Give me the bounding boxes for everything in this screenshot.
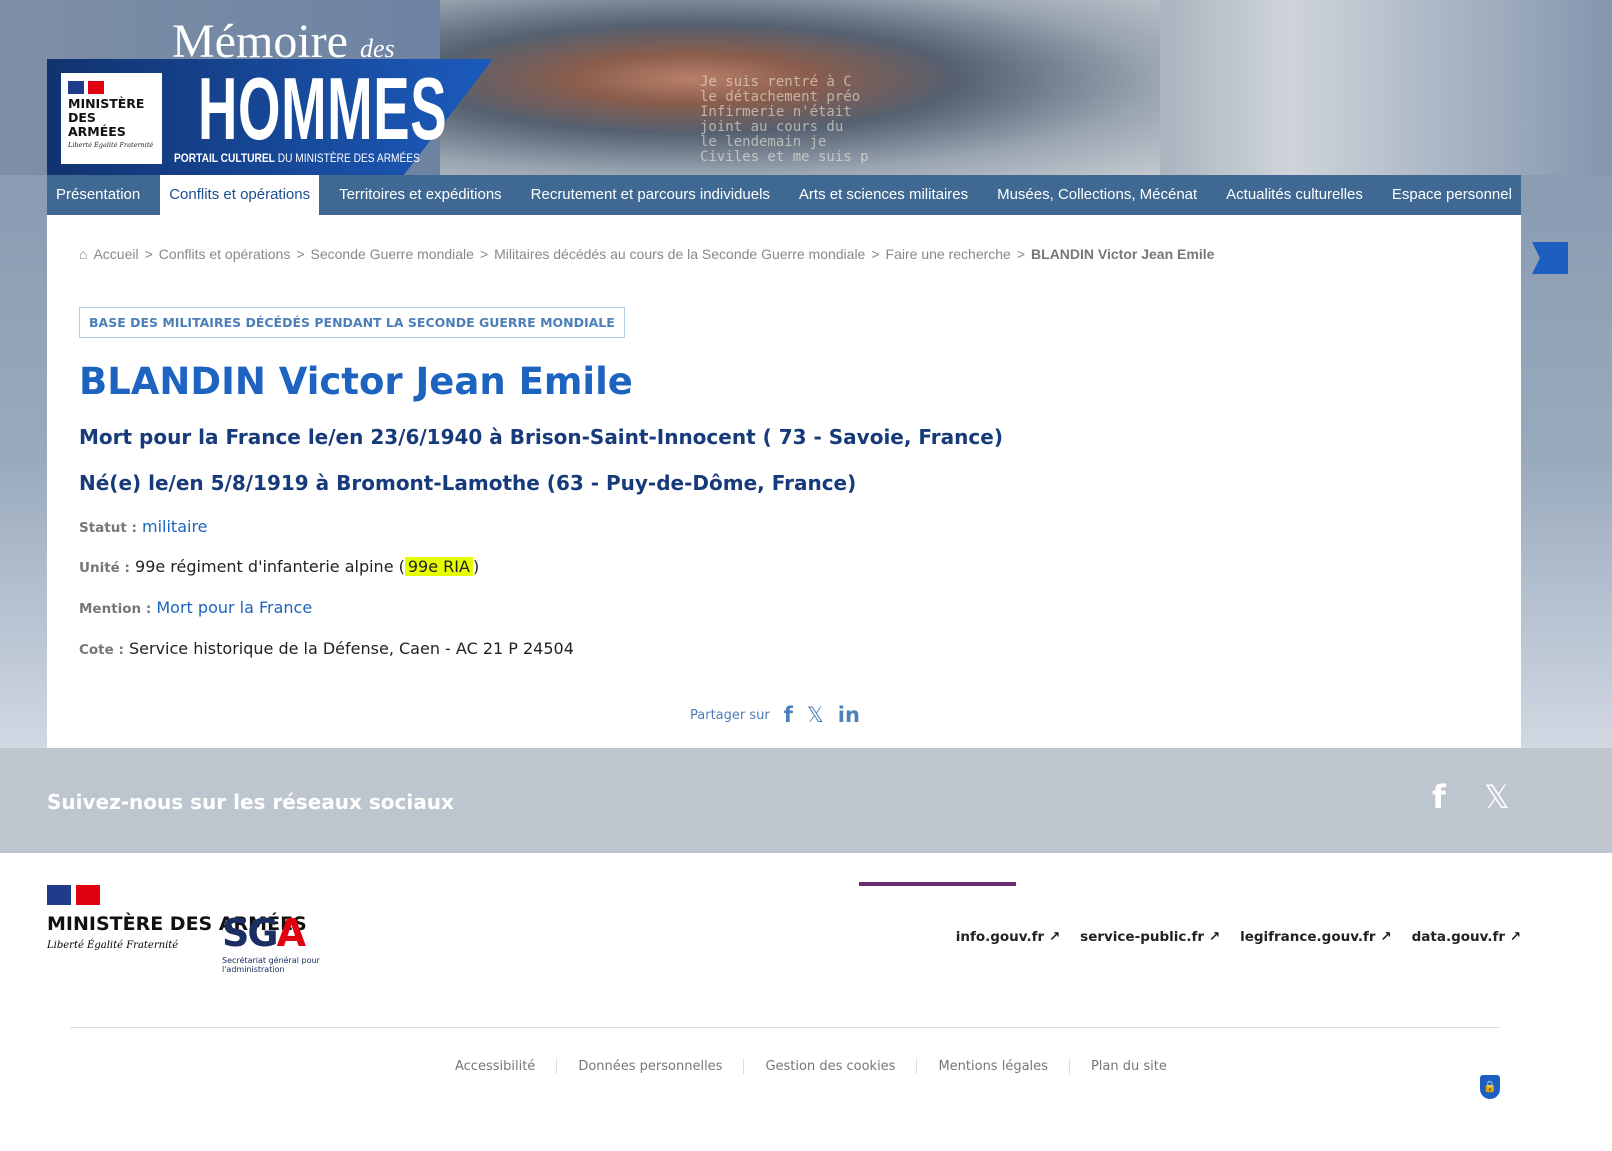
- death-info: Mort pour la France le/en 23/6/1940 à Br…: [79, 425, 1003, 449]
- nav-espace[interactable]: Espace personnel: [1383, 175, 1521, 215]
- gov-links: info.gouv.fr ↗ service-public.fr ↗ legif…: [956, 929, 1521, 945]
- marianne-flag-icon: [47, 885, 100, 905]
- birth-info: Né(e) le/en 5/8/1919 à Bromont-Lamothe (…: [79, 471, 857, 495]
- breadcrumb: ⌂ Accueil > Conflits et opérations > Secon…: [79, 246, 1215, 262]
- share-label: Partager sur: [690, 707, 770, 723]
- nav-musees[interactable]: Musées, Collections, Mécénat: [988, 175, 1206, 215]
- breadcrumb-conflits[interactable]: Conflits et opérations: [159, 246, 291, 262]
- home-icon[interactable]: ⌂: [79, 246, 87, 262]
- nav-conflits[interactable]: Conflits et opérations: [160, 175, 320, 215]
- link-info-gouv[interactable]: info.gouv.fr ↗: [956, 929, 1060, 945]
- ministry-logo[interactable]: MINISTÈRE DES ARMÉES Liberté Égalité Fra…: [61, 73, 162, 164]
- breadcrumb-accueil[interactable]: Accueil: [93, 246, 138, 262]
- link-mentions[interactable]: Mentions légales: [916, 1059, 1068, 1074]
- social-title: Suivez-nous sur les réseaux sociaux: [47, 790, 454, 814]
- header-banner: Je suis rentré à C le détachement préo I…: [0, 0, 1612, 175]
- link-cookies[interactable]: Gestion des cookies: [743, 1059, 916, 1074]
- link-accessibilite[interactable]: Accessibilité: [455, 1059, 556, 1074]
- breadcrumb-militaires[interactable]: Militaires décédés au cours de la Second…: [494, 246, 865, 262]
- subtitle-bold: PORTAIL CULTUREL: [174, 151, 275, 165]
- banner-quote: Je suis rentré à C le détachement préo I…: [700, 74, 869, 165]
- marianne-flag-icon: [68, 81, 104, 94]
- footer-bottom-links: Accessibilité Données personnelles Gesti…: [455, 1059, 1188, 1074]
- link-service-public[interactable]: service-public.fr ↗: [1080, 929, 1220, 945]
- breadcrumb-recherche[interactable]: Faire une recherche: [886, 246, 1011, 262]
- field-unite: Unité : 99e régiment d'infanterie alpine…: [79, 557, 480, 576]
- linkedin-icon[interactable]: in: [838, 703, 860, 727]
- share-bar: Partager sur f 𝕏 in: [690, 703, 860, 727]
- page-title: BLANDIN Victor Jean Emile: [79, 360, 633, 403]
- sga-logo[interactable]: SGA Secrétariat général pour l'administra…: [222, 911, 320, 974]
- x-icon[interactable]: 𝕏: [1484, 778, 1510, 816]
- ministry-name: MINISTÈRE DES ARMÉES: [68, 96, 145, 139]
- facebook-icon[interactable]: f: [1432, 778, 1446, 816]
- main-nav: Présentation Conflits et opérations Terr…: [47, 175, 1521, 215]
- field-cote: Cote : Service historique de la Défense,…: [79, 639, 574, 658]
- nav-actualites[interactable]: Actualités culturelles: [1217, 175, 1372, 215]
- database-badge[interactable]: BASE DES MILITAIRES DÉCÉDÉS PENDANT LA S…: [79, 307, 625, 338]
- link-legifrance[interactable]: legifrance.gouv.fr ↗: [1240, 929, 1392, 945]
- breadcrumb-current: BLANDIN Victor Jean Emile: [1031, 246, 1215, 262]
- sga-subtitle: Secrétariat général pour l'administratio…: [222, 956, 320, 974]
- nav-presentation[interactable]: Présentation: [47, 175, 149, 215]
- breadcrumb-sgm[interactable]: Seconde Guerre mondiale: [311, 246, 474, 262]
- link-data-gouv[interactable]: data.gouv.fr ↗: [1412, 929, 1521, 945]
- nav-territoires[interactable]: Territoires et expéditions: [330, 175, 511, 215]
- field-mention: Mention : Mort pour la France: [79, 598, 313, 617]
- site-subtitle: PORTAIL CULTUREL DU MINISTÈRE DES ARMÉES: [174, 151, 420, 165]
- x-icon[interactable]: 𝕏: [807, 703, 824, 727]
- link-plan[interactable]: Plan du site: [1068, 1059, 1188, 1074]
- nav-recrutement[interactable]: Recrutement et parcours individuels: [522, 175, 779, 215]
- motto: Liberté Égalité Fraternité: [68, 141, 154, 149]
- social-banner: Suivez-nous sur les réseaux sociaux f 𝕏: [0, 748, 1612, 853]
- side-tab-button[interactable]: [1532, 242, 1568, 274]
- accent-bar: [859, 882, 1016, 886]
- footer-divider: [70, 1027, 1500, 1028]
- title-hommes[interactable]: HOMMES: [198, 58, 447, 160]
- privacy-lock-icon[interactable]: 🔒: [1480, 1075, 1500, 1099]
- nav-arts[interactable]: Arts et sciences militaires: [790, 175, 977, 215]
- statut-link[interactable]: militaire: [142, 517, 208, 536]
- main-content: ⌂ Accueil > Conflits et opérations > Secon…: [47, 215, 1521, 748]
- subtitle-rest: DU MINISTÈRE DES ARMÉES: [274, 151, 420, 165]
- mention-link[interactable]: Mort pour la France: [156, 598, 312, 617]
- unit-abbreviation: 99e RIA: [404, 557, 473, 576]
- facebook-icon[interactable]: f: [784, 703, 793, 727]
- field-statut: Statut : militaire: [79, 517, 208, 536]
- link-donnees[interactable]: Données personnelles: [556, 1059, 743, 1074]
- footer: MINISTÈRE DES ARMÉES Liberté Égalité Fra…: [0, 853, 1612, 1151]
